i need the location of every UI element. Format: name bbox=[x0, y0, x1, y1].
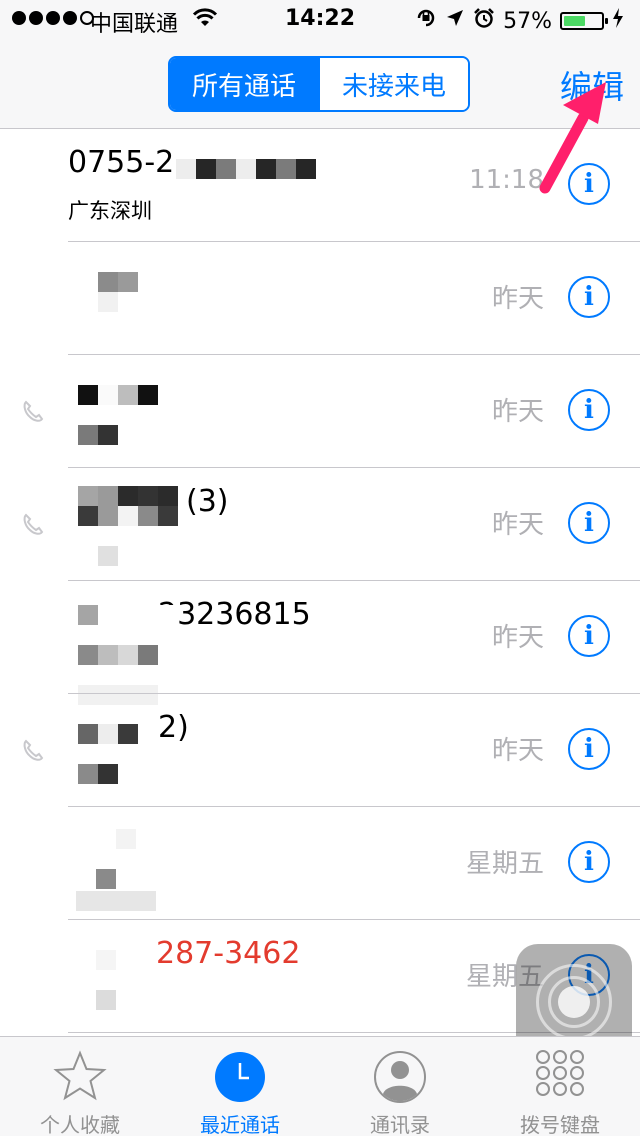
call-filter-segmented-control: 所有通话 未接来电 bbox=[168, 56, 470, 112]
call-row[interactable]: 2) 昨天 i bbox=[0, 694, 640, 807]
recents-screen: 中国联通 14:22 57% 所有通话 未接来电 编辑 0755-2 广东深圳 … bbox=[0, 0, 640, 1136]
clock-icon bbox=[212, 1049, 268, 1105]
charging-bolt-icon bbox=[612, 7, 624, 35]
call-time: 昨天 bbox=[491, 510, 544, 540]
redaction-mosaic bbox=[78, 724, 158, 784]
call-row[interactable]: 昨天 i bbox=[0, 355, 640, 468]
outgoing-call-icon bbox=[20, 738, 46, 764]
call-time: 星期五 bbox=[465, 849, 544, 879]
keypad-icon bbox=[532, 1049, 588, 1105]
segment-all-calls[interactable]: 所有通话 bbox=[170, 58, 318, 110]
info-button[interactable]: i bbox=[568, 276, 610, 318]
call-time: 11:18 bbox=[469, 165, 544, 195]
info-button[interactable]: i bbox=[568, 389, 610, 431]
tab-label: 最近通话 bbox=[200, 1113, 280, 1136]
outgoing-call-icon bbox=[20, 512, 46, 538]
tab-contacts[interactable]: 通讯录 bbox=[320, 1037, 480, 1136]
info-button[interactable]: i bbox=[568, 841, 610, 883]
call-row[interactable]: 0755-2 广东深圳 11:18 i bbox=[0, 129, 640, 242]
call-row[interactable]: 星期五 i bbox=[0, 807, 640, 920]
tab-label: 通讯录 bbox=[370, 1113, 430, 1136]
redaction-mosaic bbox=[176, 159, 316, 179]
alarm-icon bbox=[473, 7, 495, 35]
info-button[interactable]: i bbox=[568, 502, 610, 544]
caller-name: 2) bbox=[158, 710, 189, 745]
location-icon bbox=[445, 8, 465, 34]
tab-favorites[interactable]: 个人收藏 bbox=[0, 1037, 160, 1136]
tab-recents[interactable]: 最近通话 bbox=[160, 1037, 320, 1136]
rotation-lock-icon bbox=[415, 7, 437, 35]
redaction-mosaic bbox=[96, 829, 136, 889]
call-row[interactable]: (3) 昨天 i bbox=[0, 468, 640, 581]
caller-name: 0755-2 bbox=[68, 145, 175, 180]
contact-icon bbox=[372, 1049, 428, 1105]
recent-calls-list: 0755-2 广东深圳 11:18 i 昨天 i 昨天 i (3) 昨天 i 2… bbox=[0, 129, 640, 1035]
info-button[interactable]: i bbox=[568, 728, 610, 770]
call-time: 昨天 bbox=[491, 736, 544, 766]
info-button[interactable]: i bbox=[568, 163, 610, 205]
redaction-mosaic bbox=[78, 605, 178, 705]
redaction-mosaic bbox=[78, 385, 158, 445]
edit-button[interactable]: 编辑 bbox=[560, 62, 624, 108]
call-row[interactable]: 昨天 i bbox=[0, 242, 640, 355]
status-bar: 中国联通 14:22 57% bbox=[0, 0, 640, 40]
redaction-mosaic bbox=[98, 272, 138, 312]
redaction-mosaic bbox=[76, 891, 156, 911]
redaction-mosaic bbox=[96, 950, 116, 1010]
caller-name: (3) bbox=[186, 484, 229, 519]
star-icon bbox=[52, 1049, 108, 1105]
tab-keypad[interactable]: 拨号键盘 bbox=[480, 1037, 640, 1136]
navigation-bar: 所有通话 未接来电 编辑 bbox=[0, 40, 640, 129]
outgoing-call-icon bbox=[20, 399, 46, 425]
caller-name: 287-3462 bbox=[156, 936, 301, 971]
tab-label: 个人收藏 bbox=[40, 1113, 120, 1136]
info-button[interactable]: i bbox=[568, 615, 610, 657]
battery-icon bbox=[560, 12, 608, 30]
call-time: 昨天 bbox=[491, 284, 544, 314]
segment-missed-calls[interactable]: 未接来电 bbox=[318, 58, 468, 110]
call-time: 昨天 bbox=[491, 397, 544, 427]
tab-label: 拨号键盘 bbox=[520, 1113, 600, 1136]
call-time: 昨天 bbox=[491, 623, 544, 653]
call-row[interactable]: 23236815 昨天 i bbox=[0, 581, 640, 705]
tab-bar: 个人收藏 最近通话 通讯录 拨号键盘 bbox=[0, 1036, 640, 1136]
caller-name: 23236815 bbox=[158, 597, 311, 632]
battery-percent: 57% bbox=[503, 8, 552, 34]
caller-location: 广东深圳 bbox=[68, 199, 152, 223]
redaction-mosaic bbox=[78, 486, 178, 566]
